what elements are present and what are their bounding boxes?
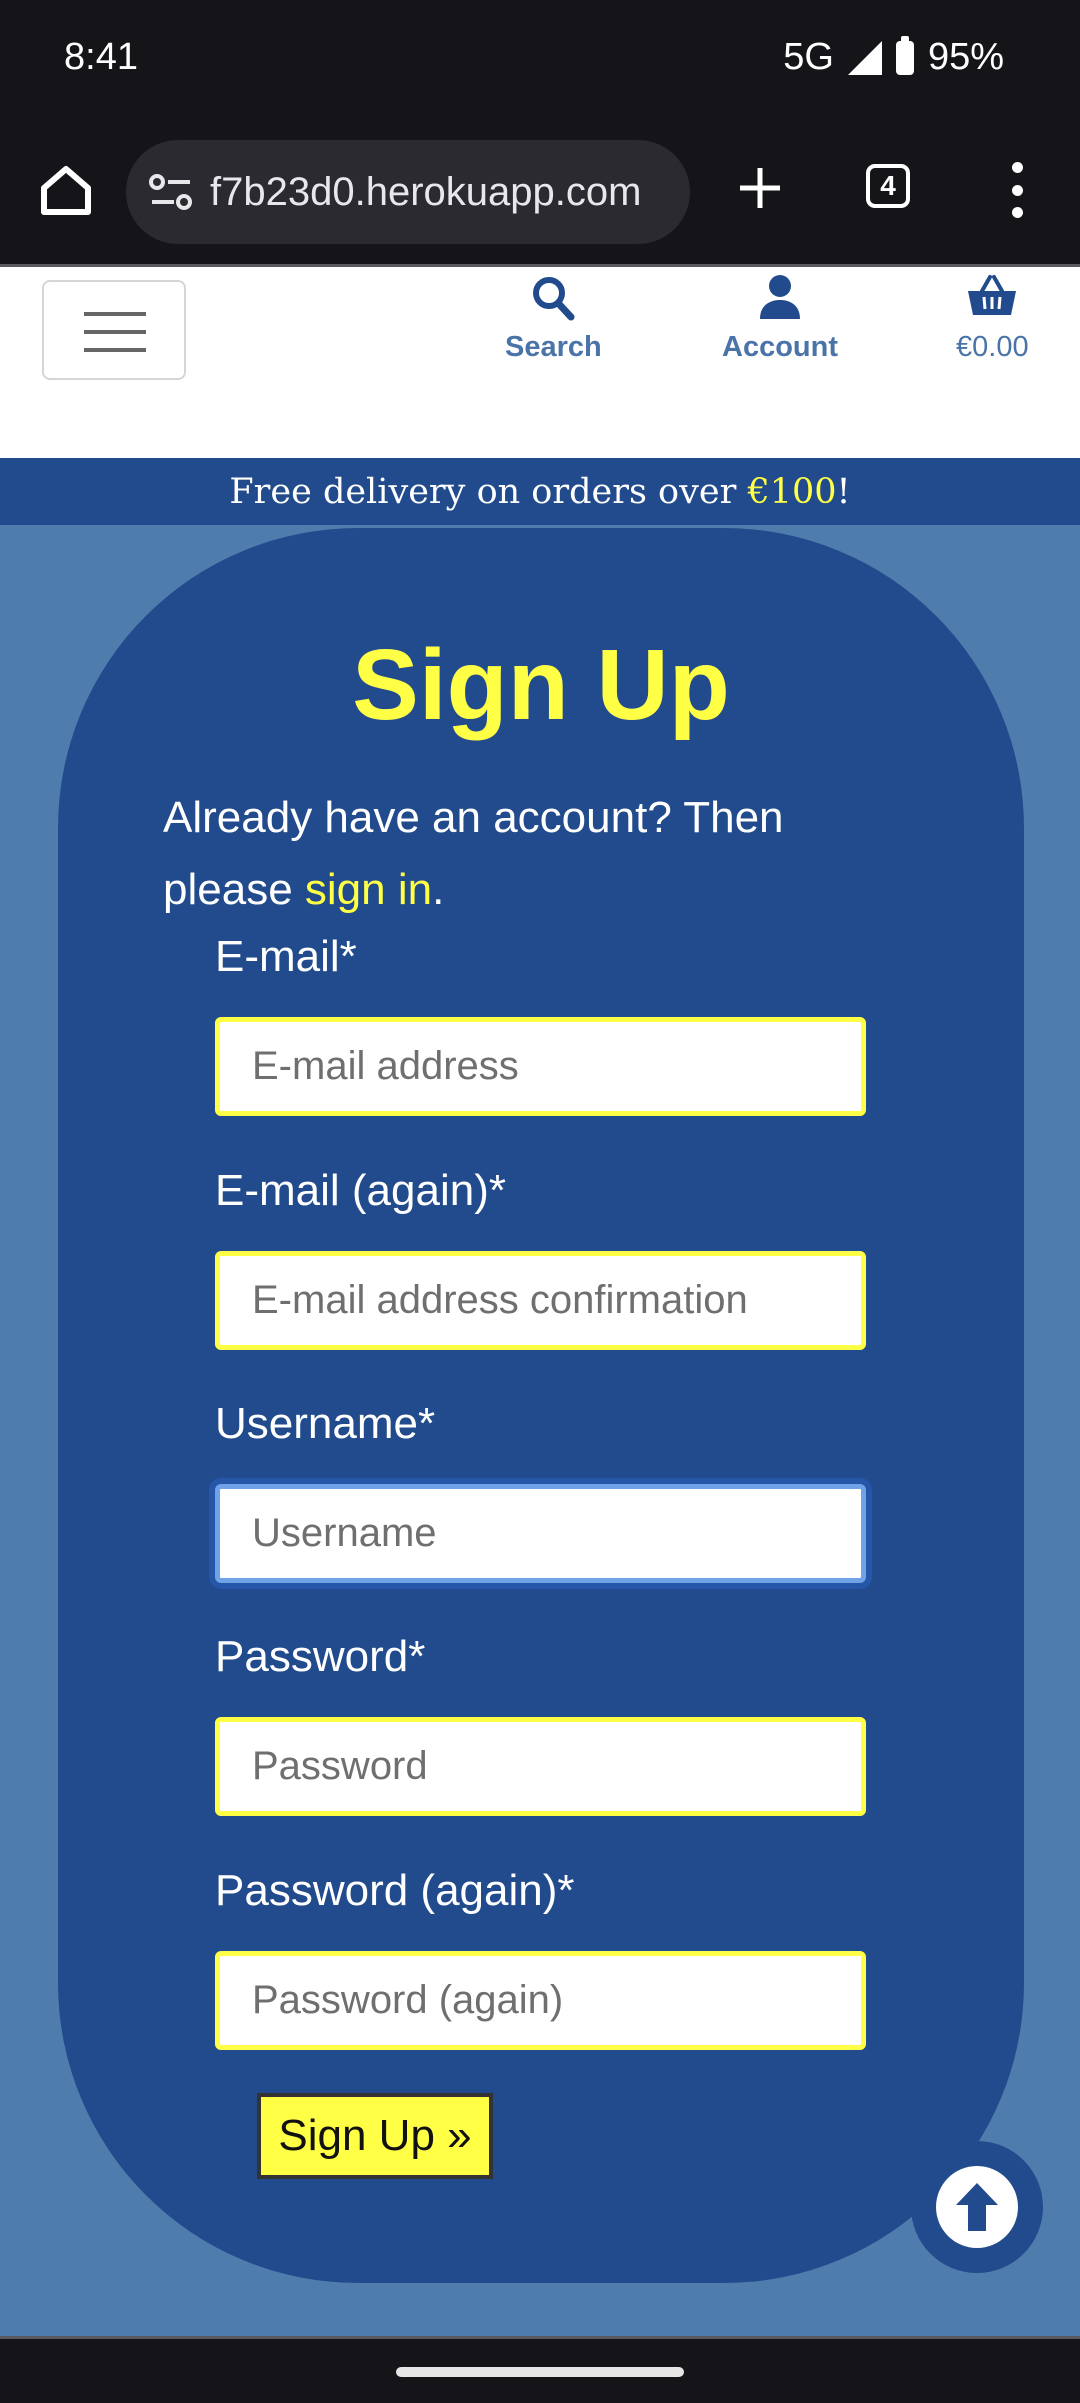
username-field[interactable]: [215, 1484, 866, 1583]
email-confirm-label: E-mail (again)*: [215, 1166, 506, 1215]
banner-threshold: €100: [747, 471, 837, 512]
more-options-icon[interactable]: [1000, 162, 1034, 218]
status-time: 8:41: [64, 36, 138, 78]
back-to-top-button[interactable]: [911, 2141, 1043, 2273]
email-label: E-mail*: [215, 932, 357, 981]
user-icon: [760, 275, 800, 319]
home-icon[interactable]: [36, 160, 96, 220]
signup-card: Sign Up Already have an account? Then pl…: [58, 528, 1024, 2283]
status-indicators: 5G 95%: [783, 35, 1004, 79]
search-icon: [533, 277, 575, 321]
signin-prompt-text: Already have an account? Then please: [163, 793, 784, 914]
banner-end: !: [836, 471, 851, 512]
signin-prompt: Already have an account? Then please sig…: [163, 782, 883, 926]
password-field[interactable]: [215, 1717, 866, 1816]
battery-icon: [895, 35, 914, 75]
bag-total: €0.00: [956, 331, 1029, 363]
network-label: 5G: [783, 36, 834, 78]
url-bar[interactable]: f7b23d0.herokuapp.com: [126, 140, 690, 244]
tab-switcher-button[interactable]: 4: [866, 164, 910, 208]
nav-account-link[interactable]: Account: [722, 267, 838, 364]
banner-text: Free delivery on orders over: [229, 471, 748, 512]
email-field[interactable]: [215, 1017, 866, 1116]
signup-submit-button[interactable]: Sign Up »: [257, 2093, 493, 2179]
arrow-up-icon: [956, 2183, 998, 2231]
signal-icon: [847, 40, 882, 75]
username-label: Username*: [215, 1399, 436, 1448]
battery-level: 95%: [927, 36, 1004, 78]
status-bar: 8:41 5G 95%: [0, 0, 1080, 118]
page-title: Sign Up: [352, 629, 730, 741]
password-confirm-label: Password (again)*: [215, 1866, 575, 1915]
url-text[interactable]: f7b23d0.herokuapp.com: [210, 170, 641, 215]
password-label: Password*: [215, 1632, 426, 1681]
nav-account-label: Account: [722, 331, 838, 363]
site-header: Search Account €0.00: [0, 267, 1080, 458]
home-gesture-handle[interactable]: [396, 2367, 684, 2377]
email-confirm-field[interactable]: [215, 1251, 866, 1350]
nav-bag-link[interactable]: €0.00: [956, 267, 1029, 364]
signin-prompt-end: .: [432, 865, 445, 914]
nav-search-label: Search: [505, 331, 602, 363]
browser-toolbar: f7b23d0.herokuapp.com 4: [0, 118, 1080, 267]
signin-link[interactable]: sign in: [305, 865, 432, 914]
password-confirm-field[interactable]: [215, 1951, 866, 2050]
site-settings-icon[interactable]: [148, 170, 194, 214]
nav-search-link[interactable]: Search: [505, 267, 602, 364]
delivery-banner: Free delivery on orders over €100 !: [0, 458, 1080, 525]
menu-toggle-button[interactable]: [42, 280, 186, 380]
back-to-top-circle: [936, 2166, 1018, 2248]
system-nav-bar: [0, 2336, 1080, 2403]
basket-icon: [968, 275, 1017, 315]
new-tab-icon[interactable]: [730, 158, 790, 218]
